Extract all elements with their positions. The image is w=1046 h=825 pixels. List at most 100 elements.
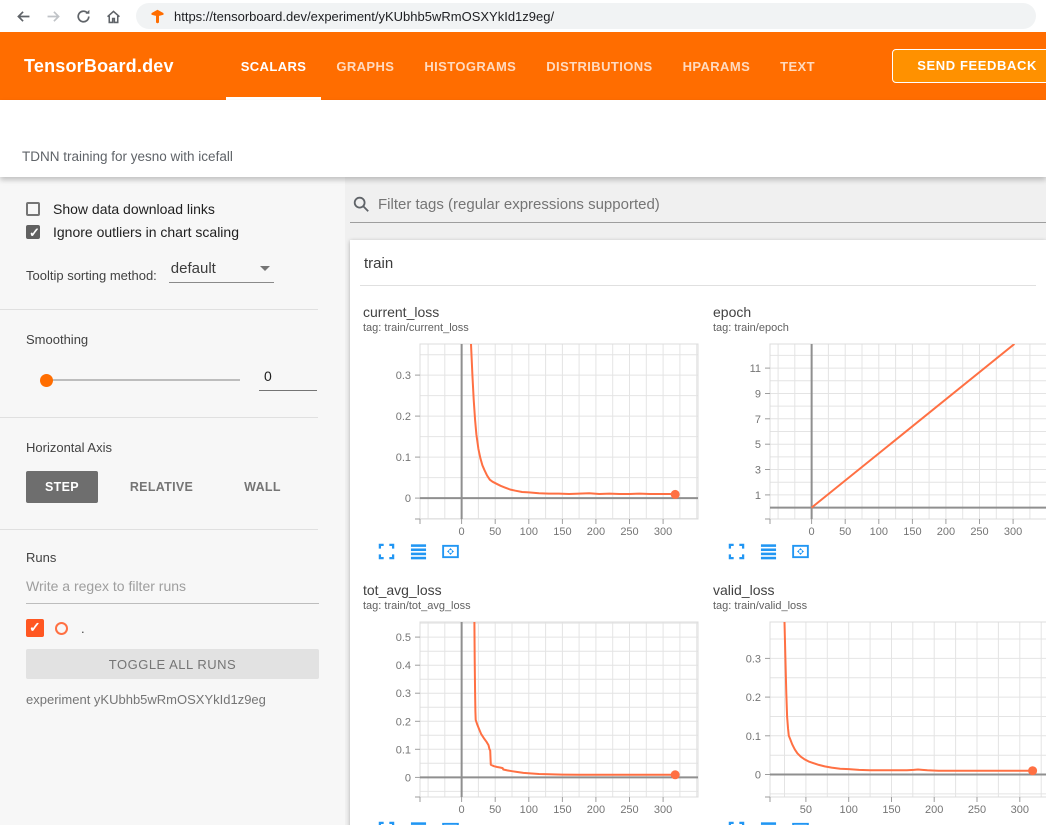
scalar-line-chart[interactable]: 5010015020025030000.10.20.3 [710, 615, 1046, 815]
svg-text:0.2: 0.2 [746, 692, 761, 704]
tab-scalars[interactable]: SCALARS [226, 32, 322, 100]
svg-text:0: 0 [405, 772, 411, 784]
url-text: https://tensorboard.dev/experiment/yKUbh… [174, 9, 554, 24]
svg-text:200: 200 [925, 804, 943, 815]
chart-title: current_loss [360, 304, 700, 320]
svg-text:0.4: 0.4 [396, 660, 411, 672]
svg-text:150: 150 [553, 526, 571, 537]
tooltip-sorting-select[interactable]: default [169, 260, 274, 283]
svg-text:0.3: 0.3 [396, 688, 411, 700]
svg-text:250: 250 [968, 804, 986, 815]
charts-grid: current_losstag: train/current_loss05010… [350, 286, 1046, 825]
run-checkbox-icon[interactable] [26, 619, 44, 637]
sidebar-divider [0, 417, 318, 418]
checkbox-label: Show data download links [53, 201, 215, 217]
main-panel: train current_loss tag: train/current_los… [345, 177, 1046, 825]
svg-text:0.3: 0.3 [746, 653, 761, 665]
chart-title: valid_loss [710, 582, 1046, 598]
toggle-all-runs-button[interactable]: TOGGLE ALL RUNS [26, 649, 319, 679]
svg-text:300: 300 [1011, 804, 1029, 815]
tooltip-sorting-value: default [171, 260, 216, 277]
chart-tag: tag: train/tot_avg_loss [360, 600, 700, 612]
svg-text:200: 200 [937, 526, 955, 537]
run-row[interactable]: . [26, 619, 319, 637]
view-data-icon[interactable] [410, 821, 427, 825]
svg-text:250: 250 [620, 526, 638, 537]
chart-title: epoch [710, 304, 1046, 320]
experiment-title-band: TDNN training for yesno with icefall [0, 100, 1046, 177]
tab-hparams[interactable]: HPARAMS [668, 32, 766, 100]
svg-text:200: 200 [587, 526, 605, 537]
smoothing-value-input[interactable] [259, 368, 317, 391]
runs-filter-input[interactable] [26, 578, 319, 604]
tag-filter-input[interactable] [378, 196, 1046, 213]
view-data-icon[interactable] [410, 543, 427, 560]
experiment-id-label: experiment yKUbhb5wRmOSXYkId1z9eg [26, 692, 319, 707]
scalar-line-chart[interactable]: 05010015020025030000.10.20.3 [360, 337, 700, 537]
forward-icon[interactable] [38, 2, 68, 30]
scalar-line-chart[interactable]: 0501001502002503001357911 [710, 337, 1046, 537]
show-download-links-checkbox[interactable]: Show data download links [26, 201, 319, 217]
tooltip-sorting-row: Tooltip sorting method: default [26, 260, 319, 283]
expand-icon[interactable] [728, 821, 745, 825]
send-feedback-button[interactable]: SEND FEEDBACK [892, 49, 1046, 83]
chart-tag: tag: train/current_loss [360, 322, 700, 334]
run-name: . [81, 621, 85, 636]
axis-button-wall[interactable]: WALL [225, 471, 300, 503]
run-color-circle-icon [55, 622, 68, 635]
experiment-title: TDNN training for yesno with icefall [22, 149, 233, 164]
chart-tag: tag: train/valid_loss [710, 600, 1046, 612]
address-bar[interactable]: https://tensorboard.dev/experiment/yKUbh… [136, 3, 1036, 29]
fit-domain-icon[interactable] [442, 821, 459, 825]
svg-text:150: 150 [903, 526, 921, 537]
svg-text:0.1: 0.1 [746, 731, 761, 743]
svg-text:0.3: 0.3 [396, 370, 411, 382]
fit-domain-icon[interactable] [792, 543, 809, 560]
svg-text:150: 150 [553, 804, 571, 815]
tab-graphs[interactable]: GRAPHS [321, 32, 409, 100]
svg-text:0.2: 0.2 [396, 716, 411, 728]
svg-text:1: 1 [755, 490, 761, 502]
slider-thumb[interactable] [40, 374, 53, 387]
expand-icon[interactable] [728, 543, 745, 560]
axis-button-relative[interactable]: RELATIVE [111, 471, 212, 503]
svg-text:0: 0 [459, 526, 465, 537]
svg-text:250: 250 [970, 526, 988, 537]
tooltip-sorting-label: Tooltip sorting method: [26, 268, 157, 283]
svg-text:100: 100 [520, 804, 538, 815]
view-data-icon[interactable] [760, 821, 777, 825]
svg-text:100: 100 [520, 526, 538, 537]
smoothing-slider[interactable] [42, 379, 240, 381]
svg-text:300: 300 [654, 804, 672, 815]
train-section-card: train current_loss tag: train/current_los… [350, 240, 1046, 825]
chart-actions [360, 821, 700, 825]
tab-histograms[interactable]: HISTOGRAMS [409, 32, 531, 100]
tab-text[interactable]: TEXT [765, 32, 830, 100]
fit-domain-icon[interactable] [442, 543, 459, 560]
view-data-icon[interactable] [760, 543, 777, 560]
section-header-train[interactable]: train [350, 240, 1046, 285]
reload-icon[interactable] [68, 2, 98, 30]
runs-label: Runs [26, 550, 319, 565]
checkbox-icon[interactable] [26, 202, 40, 216]
svg-text:100: 100 [870, 526, 888, 537]
expand-icon[interactable] [378, 543, 395, 560]
fit-domain-icon[interactable] [792, 821, 809, 825]
axis-button-step[interactable]: STEP [26, 471, 98, 503]
tab-distributions[interactable]: DISTRIBUTIONS [531, 32, 667, 100]
back-icon[interactable] [8, 2, 38, 30]
svg-text:0.5: 0.5 [396, 632, 411, 644]
ignore-outliers-checkbox[interactable]: Ignore outliers in chart scaling [26, 224, 319, 240]
smoothing-slider-row [26, 368, 319, 391]
smoothing-label: Smoothing [26, 332, 319, 347]
chart-actions [710, 821, 1046, 825]
expand-icon[interactable] [378, 821, 395, 825]
svg-text:50: 50 [800, 804, 812, 815]
checkbox-icon[interactable] [26, 225, 40, 239]
header-tabs: SCALARSGRAPHSHISTOGRAMSDISTRIBUTIONSHPAR… [226, 32, 830, 100]
home-icon[interactable] [98, 2, 128, 30]
svg-text:200: 200 [587, 804, 605, 815]
svg-text:7: 7 [755, 414, 761, 426]
scalar-line-chart[interactable]: 05010015020025030000.10.20.30.40.5 [360, 615, 700, 815]
svg-text:0: 0 [459, 804, 465, 815]
